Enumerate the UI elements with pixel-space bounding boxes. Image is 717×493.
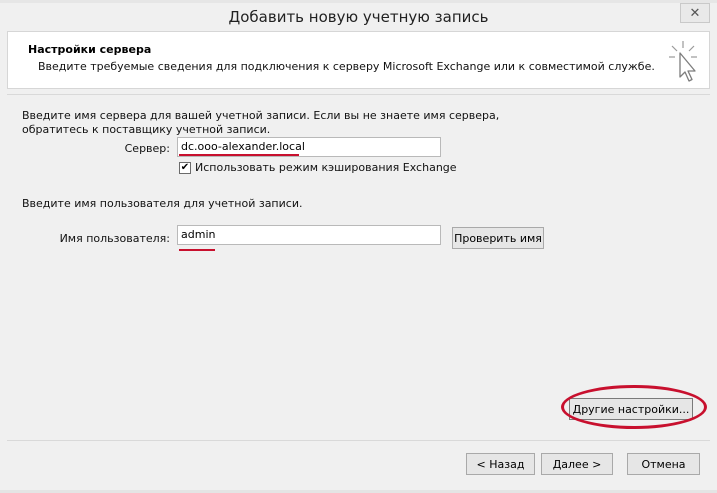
username-annotation-underline [179, 249, 215, 251]
cursor-click-icon [669, 41, 697, 82]
cancel-button[interactable]: Отмена [627, 453, 700, 475]
server-annotation-underline [179, 154, 299, 156]
checkmark-icon: ✔ [180, 162, 190, 173]
header-title: Настройки сервера [28, 43, 152, 56]
username-label: Имя пользователя: [59, 232, 170, 245]
header-subtitle: Введите требуемые сведения для подключен… [38, 60, 655, 73]
server-label: Сервер: [124, 142, 170, 155]
more-settings-annotation-circle [561, 385, 707, 429]
header-panel: Настройки сервера Введите требуемые свед… [7, 31, 710, 89]
window-title: Добавить новую учетную запись [228, 8, 489, 26]
close-icon: ✕ [689, 5, 701, 21]
username-instructions: Введите имя пользователя для учетной зап… [22, 197, 303, 210]
back-button[interactable]: < Назад [466, 453, 535, 475]
footer-divider [7, 440, 710, 441]
username-input[interactable]: admin [177, 225, 441, 245]
server-instructions-line2: обратитесь к поставщику учетной записи. [22, 123, 271, 136]
title-bar: Добавить новую учетную запись ✕ [0, 0, 717, 30]
cache-mode-label[interactable]: Использовать режим кэширования Exchange [195, 161, 457, 175]
header-divider [7, 94, 710, 95]
close-button[interactable]: ✕ [680, 3, 710, 23]
background-window-edge [0, 0, 717, 3]
check-name-button[interactable]: Проверить имя [452, 227, 544, 249]
next-button[interactable]: Далее > [541, 453, 613, 475]
cache-mode-checkbox[interactable]: ✔ [179, 162, 191, 174]
server-instructions-line1: Введите имя сервера для вашей учетной за… [22, 109, 500, 122]
